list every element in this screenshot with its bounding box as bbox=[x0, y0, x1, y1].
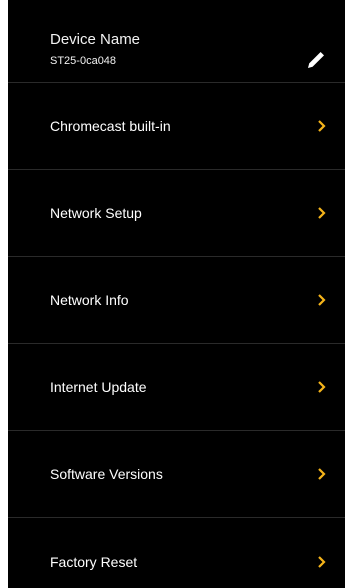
chevron-right-icon bbox=[318, 207, 326, 219]
chevron-right-icon bbox=[318, 294, 326, 306]
chevron-right-icon bbox=[318, 120, 326, 132]
menu-item-label: Internet Update bbox=[50, 379, 147, 395]
menu-item-network-info[interactable]: Network Info bbox=[8, 257, 345, 344]
menu-item-label: Network Info bbox=[50, 292, 129, 308]
menu-item-software-versions[interactable]: Software Versions bbox=[8, 431, 345, 518]
menu-item-internet-update[interactable]: Internet Update bbox=[8, 344, 345, 431]
chevron-right-icon bbox=[318, 381, 326, 393]
chevron-right-icon bbox=[318, 555, 326, 568]
menu-item-chromecast-built-in[interactable]: Chromecast built-in bbox=[8, 83, 345, 170]
menu-item-label: Software Versions bbox=[50, 466, 163, 482]
menu-item-factory-reset[interactable]: Factory Reset bbox=[8, 518, 345, 588]
pencil-icon[interactable] bbox=[304, 48, 328, 72]
menu-item-network-setup[interactable]: Network Setup bbox=[8, 170, 345, 257]
device-name-label: Device Name bbox=[50, 31, 141, 48]
menu-item-label: Network Setup bbox=[50, 205, 142, 221]
device-name-value: ST25-0ca048 bbox=[50, 55, 117, 67]
chevron-right-icon bbox=[318, 468, 326, 480]
settings-screen: Device Name ST25-0ca048 Chromecast built… bbox=[8, 0, 345, 588]
menu-item-label: Factory Reset bbox=[50, 553, 138, 570]
device-name-header: Device Name ST25-0ca048 bbox=[8, 0, 345, 83]
menu-item-label: Chromecast built-in bbox=[50, 118, 171, 134]
